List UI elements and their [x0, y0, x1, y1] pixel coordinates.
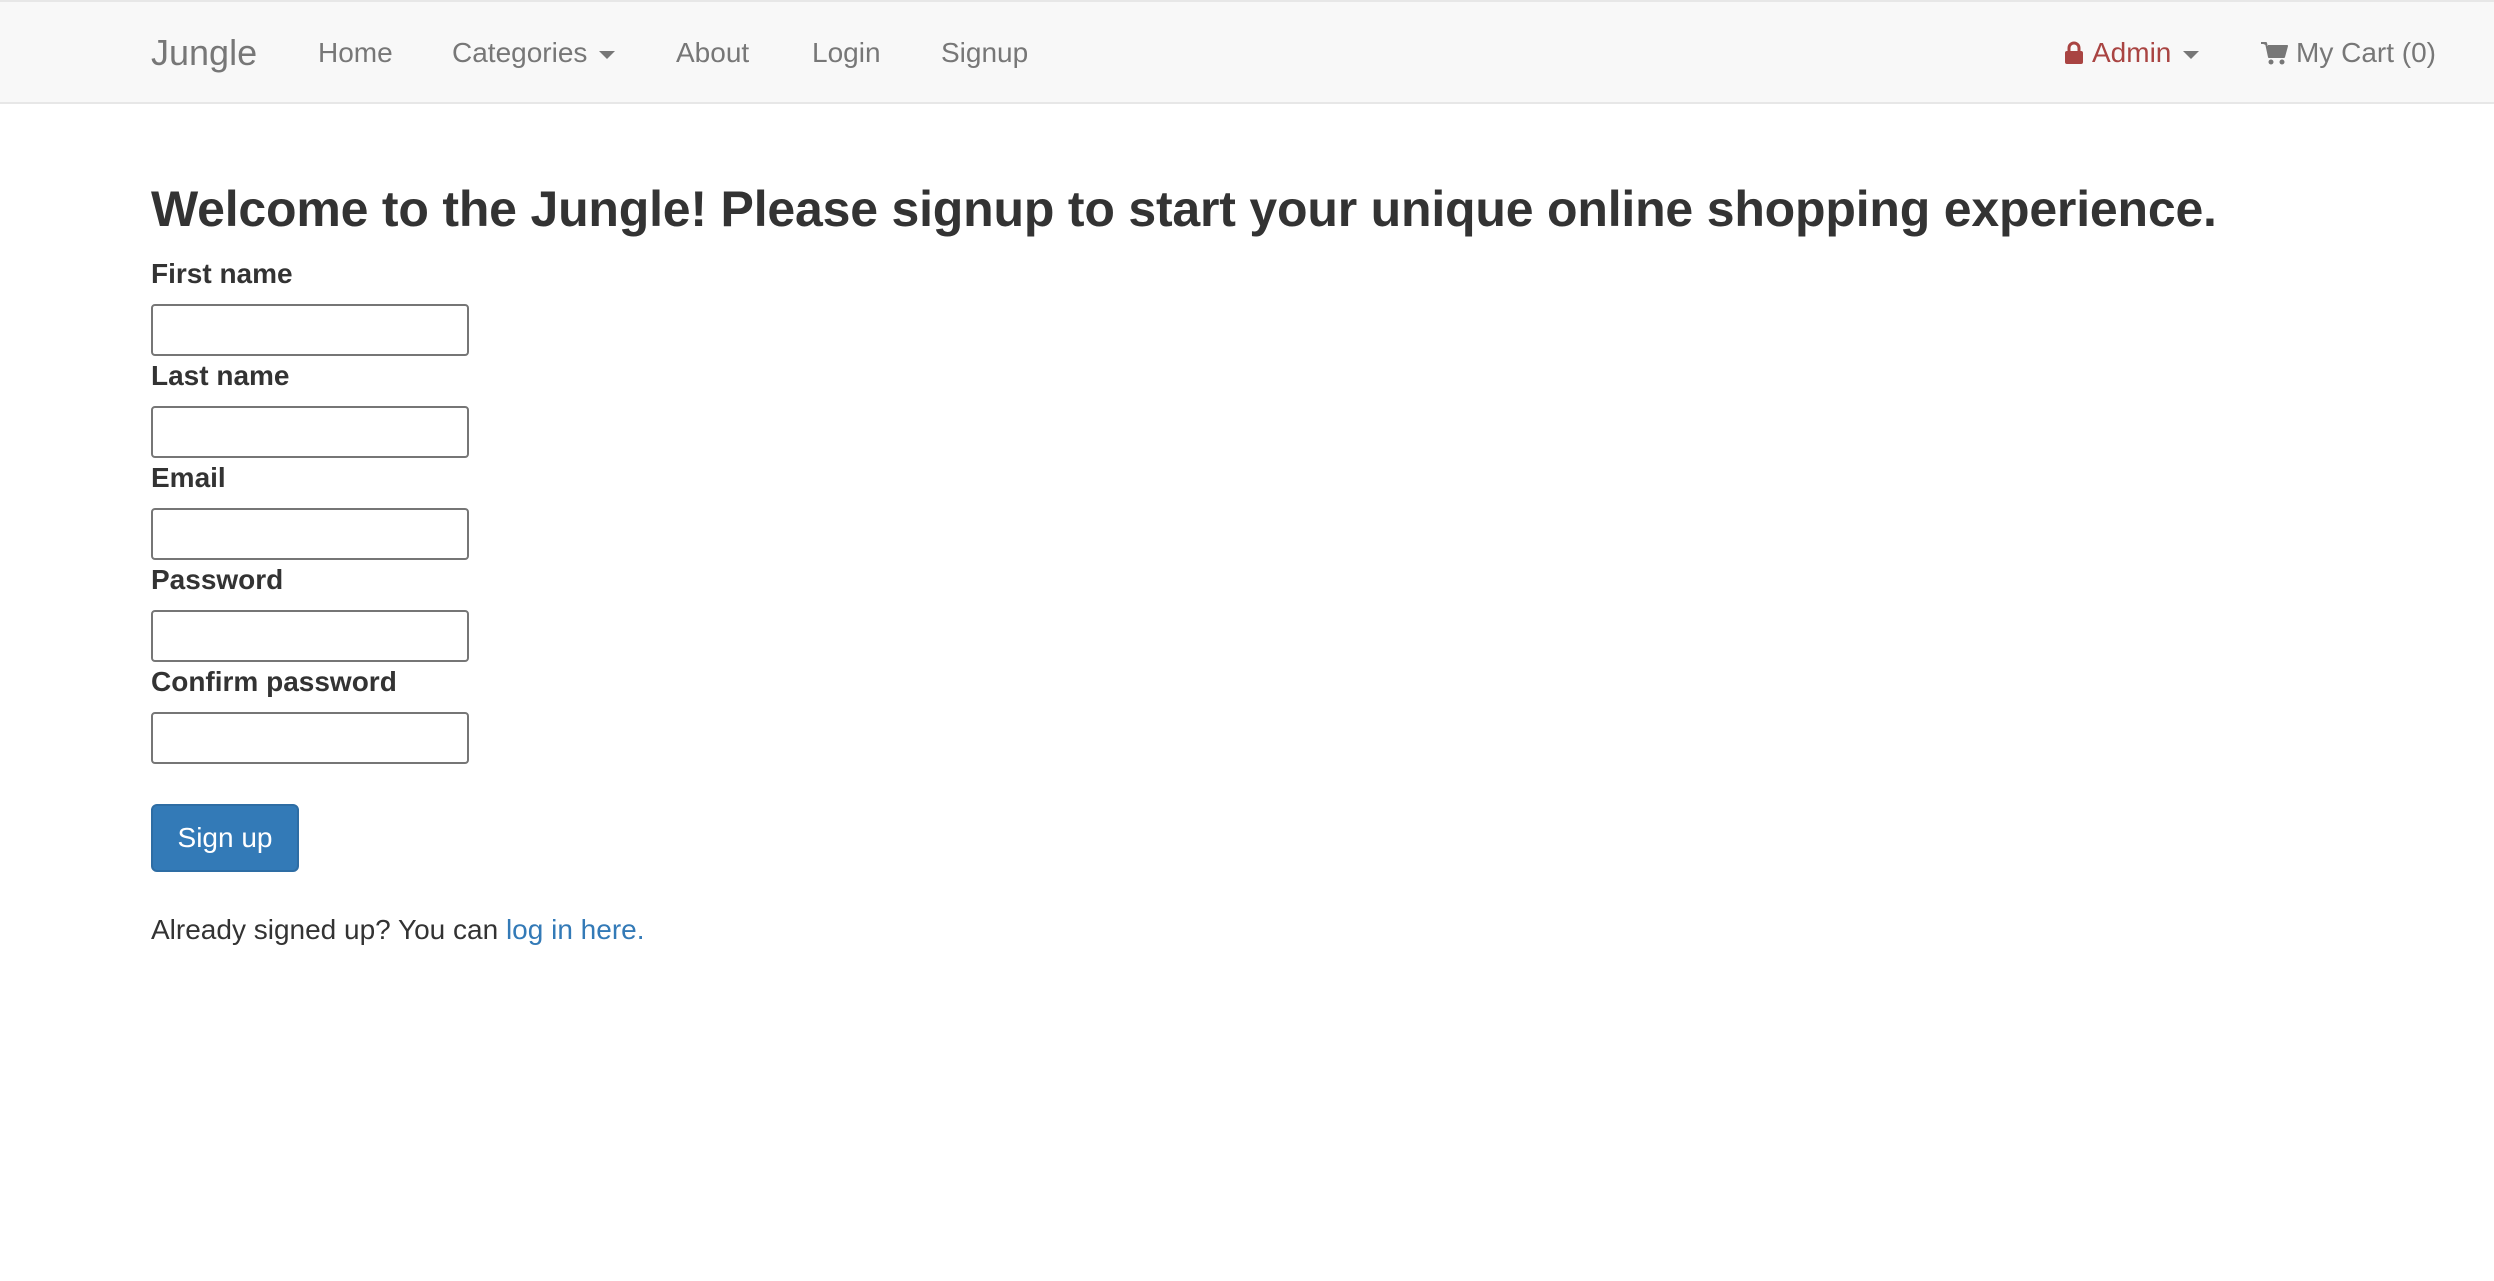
cart-link[interactable]: My Cart (0) [2260, 2, 2436, 104]
confirm-password-label: Confirm password [151, 666, 397, 697]
sign-up-button[interactable]: Sign up [151, 804, 299, 872]
navbar: Jungle Home Categories About Login Signu… [0, 0, 2494, 104]
caret-down-icon [599, 51, 616, 59]
login-prompt: Already signed up? You can log in here. [151, 914, 645, 946]
admin-dropdown[interactable]: Admin [2064, 2, 2200, 104]
cart-label: My Cart (0) [2296, 37, 2436, 68]
nav-about[interactable]: About [676, 2, 749, 104]
confirm-password-field[interactable] [151, 712, 469, 764]
lock-icon [2064, 41, 2084, 65]
caret-down-icon [2183, 51, 2200, 59]
email-label: Email [151, 462, 226, 493]
log-in-link[interactable]: log in here. [506, 914, 645, 945]
nav-categories-dropdown[interactable]: Categories [452, 2, 616, 104]
shopping-cart-icon [2260, 41, 2288, 65]
nav-login[interactable]: Login [812, 2, 881, 104]
nav-home[interactable]: Home [318, 2, 393, 104]
email-field[interactable] [151, 508, 469, 560]
nav-categories-label: Categories [452, 37, 588, 68]
password-field[interactable] [151, 610, 469, 662]
last-name-label: Last name [151, 360, 290, 391]
admin-label: Admin [2092, 37, 2172, 68]
nav-signup[interactable]: Signup [941, 2, 1028, 104]
first-name-field[interactable] [151, 304, 469, 356]
password-label: Password [151, 564, 284, 595]
page-title: Welcome to the Jungle! Please signup to … [151, 181, 2217, 237]
last-name-field[interactable] [151, 406, 469, 458]
brand-link[interactable]: Jungle [151, 2, 257, 104]
first-name-label: First name [151, 258, 293, 289]
login-prompt-text: Already signed up? You can [151, 914, 506, 945]
